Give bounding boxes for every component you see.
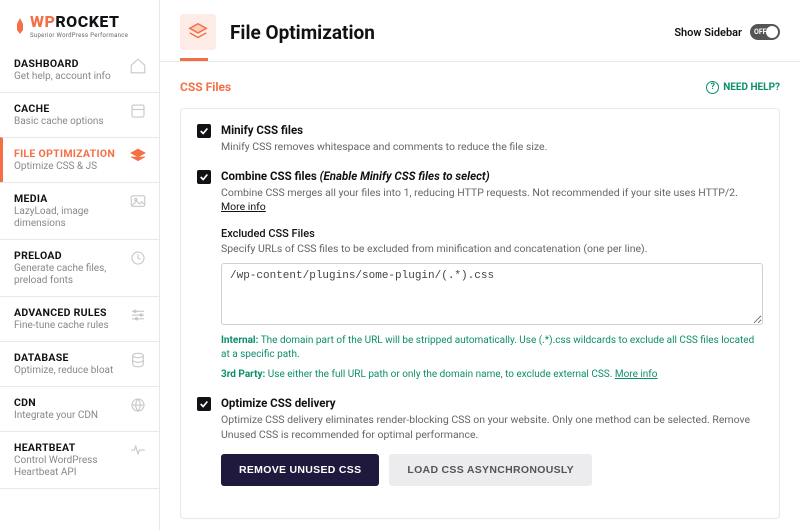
css-files-panel: Minify CSS files Minify CSS removes whit… xyxy=(180,108,780,519)
nav-sub: Get help, account info xyxy=(14,71,125,83)
nav-sub: Generate cache files, preload fonts xyxy=(14,263,125,287)
help-icon: ? xyxy=(706,81,719,94)
header-layers-icon xyxy=(180,14,216,50)
content: CSS Files ? NEED HELP? Minify CSS files … xyxy=(160,62,800,530)
minify-title: Minify CSS files xyxy=(221,123,763,137)
image-icon xyxy=(129,192,147,210)
optimize-delivery-desc: Optimize CSS delivery eliminates render-… xyxy=(221,413,763,442)
heartbeat-icon xyxy=(129,441,147,459)
preload-icon xyxy=(129,249,147,267)
nav-title: PRELOAD xyxy=(14,249,125,262)
nav-title: DASHBOARD xyxy=(14,57,125,70)
excluded-desc: Specify URLs of CSS files to be excluded… xyxy=(221,242,763,255)
sidebar: WPROCKET Superior WordPress Performance … xyxy=(0,0,160,530)
sidebar-item-database[interactable]: DATABASEOptimize, reduce bloat xyxy=(0,341,159,387)
minify-css-checkbox[interactable] xyxy=(197,124,211,138)
nav-title: CACHE xyxy=(14,102,125,115)
option-minify-css: Minify CSS files Minify CSS removes whit… xyxy=(197,123,763,155)
sidebar-item-file-optimization[interactable]: FILE OPTIMIZATIONOptimize CSS & JS xyxy=(0,137,159,183)
nav-sub: LazyLoad, image dimensions xyxy=(14,206,125,230)
home-icon xyxy=(129,57,147,75)
globe-icon xyxy=(129,396,147,414)
brand-tagline: Superior WordPress Performance xyxy=(30,32,128,39)
nav-sub: Control WordPress Heartbeat API xyxy=(14,455,125,479)
nav-title: FILE OPTIMIZATION xyxy=(14,147,125,160)
show-sidebar-label: Show Sidebar xyxy=(674,26,742,39)
option-optimize-delivery: Optimize CSS delivery Optimize CSS deliv… xyxy=(197,396,763,486)
nav-sub: Integrate your CDN xyxy=(14,410,125,422)
excluded-note-internal: Internal: The domain part of the URL wil… xyxy=(221,334,763,362)
cache-icon xyxy=(129,102,147,120)
toggle-knob xyxy=(766,26,778,38)
combine-title: Combine CSS files (Enable Minify CSS fil… xyxy=(221,169,763,183)
sidebar-item-cdn[interactable]: CDNIntegrate your CDN xyxy=(0,386,159,432)
layers-icon xyxy=(129,147,147,165)
nav: DASHBOARDGet help, account info CACHEBas… xyxy=(0,49,159,530)
need-help-link[interactable]: ? NEED HELP? xyxy=(706,81,780,94)
nav-title: DATABASE xyxy=(14,351,125,364)
main: File Optimization Show Sidebar OFF CSS F… xyxy=(160,0,800,530)
section-title: CSS Files xyxy=(180,80,231,94)
nav-sub: Optimize, reduce bloat xyxy=(14,365,125,377)
help-label: NEED HELP? xyxy=(723,82,780,93)
page-header: File Optimization Show Sidebar OFF xyxy=(160,0,800,58)
sidebar-item-dashboard[interactable]: DASHBOARDGet help, account info xyxy=(0,49,159,93)
nav-sub: Optimize CSS & JS xyxy=(14,161,125,173)
optimize-delivery-checkbox[interactable] xyxy=(197,397,211,411)
show-sidebar-toggle[interactable]: OFF xyxy=(750,24,780,40)
excluded-note-3rdparty: 3rd Party: Use either the full URL path … xyxy=(221,368,763,382)
nav-sub: Fine-tune cache rules xyxy=(14,320,125,332)
sidebar-item-advanced-rules[interactable]: ADVANCED RULESFine-tune cache rules xyxy=(0,296,159,342)
sidebar-item-preload[interactable]: PRELOADGenerate cache files, preload fon… xyxy=(0,239,159,297)
combine-more-link[interactable]: More info xyxy=(221,200,266,213)
nav-title: MEDIA xyxy=(14,192,125,205)
combine-css-checkbox[interactable] xyxy=(197,170,211,184)
nav-title: HEARTBEAT xyxy=(14,441,125,454)
load-css-async-button[interactable]: LOAD CSS ASYNCHRONOUSLY xyxy=(389,454,592,486)
optimize-delivery-title: Optimize CSS delivery xyxy=(221,396,763,410)
brand-wp: WP xyxy=(30,12,55,31)
toggle-state: OFF xyxy=(754,28,767,36)
option-combine-css: Combine CSS files (Enable Minify CSS fil… xyxy=(197,169,763,382)
combine-desc: Combine CSS merges all your files into 1… xyxy=(221,186,763,215)
page-title: File Optimization xyxy=(230,21,660,44)
minify-desc: Minify CSS removes whitespace and commen… xyxy=(221,140,763,155)
brand-rocket: ROCKET xyxy=(55,12,119,31)
excluded-title: Excluded CSS Files xyxy=(221,227,763,240)
excluded-more-link[interactable]: More info xyxy=(615,369,658,380)
sidebar-item-media[interactable]: MEDIALazyLoad, image dimensions xyxy=(0,182,159,240)
sidebar-item-heartbeat[interactable]: HEARTBEATControl WordPress Heartbeat API xyxy=(0,431,159,489)
nav-title: ADVANCED RULES xyxy=(14,306,125,319)
rocket-icon xyxy=(14,17,26,35)
nav-sub: Basic cache options xyxy=(14,116,125,128)
database-icon xyxy=(129,351,147,369)
sidebar-item-cache[interactable]: CACHEBasic cache options xyxy=(0,92,159,138)
excluded-css-textarea[interactable] xyxy=(221,263,763,325)
excluded-css-block: Excluded CSS Files Specify URLs of CSS f… xyxy=(221,227,763,382)
sliders-icon xyxy=(129,306,147,324)
remove-unused-css-button[interactable]: REMOVE UNUSED CSS xyxy=(221,454,379,486)
brand-logo: WPROCKET Superior WordPress Performance xyxy=(0,0,159,49)
nav-title: CDN xyxy=(14,396,125,409)
